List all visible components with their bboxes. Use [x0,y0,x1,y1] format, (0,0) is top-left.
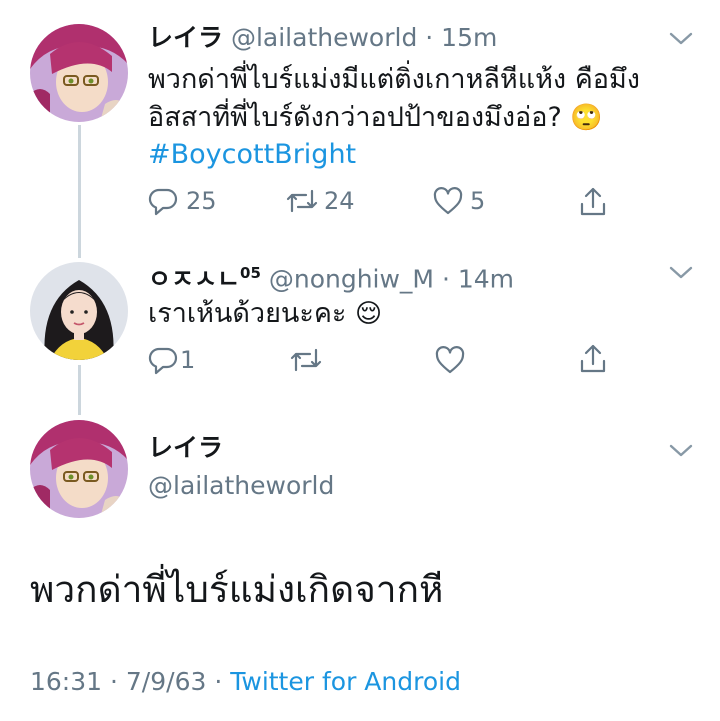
share-icon [580,187,606,216]
hashtag-link[interactable]: #BoycottBright [148,139,356,170]
like-button[interactable]: 5 [432,186,485,216]
retweet-button[interactable]: 24 [284,186,355,216]
eye-roll-emoji: 🙄 [570,103,603,133]
reply-button[interactable]: 1 [148,345,195,375]
like-icon [433,187,463,215]
like-button[interactable] [434,345,466,375]
share-button[interactable] [578,343,608,375]
reply-icon [148,347,178,375]
thread-line [78,125,81,258]
handle[interactable]: @lailatheworld [231,23,417,52]
separator: · [110,667,118,696]
chevron-down-icon[interactable] [668,30,694,48]
chevron-down-icon[interactable] [668,442,694,460]
chevron-down-icon[interactable] [668,264,694,282]
retweet-button[interactable] [288,345,324,375]
date[interactable]: 7/9/63 [126,667,206,696]
separator: · [214,667,223,696]
tweet-text: เราเห้นด้วยนะคะ [148,298,347,329]
avatar[interactable] [30,420,128,518]
timestamp[interactable]: 16:31 [30,667,102,696]
separator: · [441,264,450,294]
timestamp[interactable]: 15m [441,23,497,52]
timestamp[interactable]: 14m [458,264,514,293]
share-button[interactable] [578,186,608,218]
avatar[interactable] [30,262,128,360]
handle[interactable]: @lailatheworld [148,471,334,500]
tweet-text: อิสสาที่พี่ไบร์ดังกว่าอปป้าของมึงอ่อ? [148,102,562,133]
source-link[interactable]: Twitter for Android [230,667,461,696]
display-name[interactable]: レイラ [148,23,223,52]
like-count: 5 [470,187,486,215]
display-name[interactable]: ㅇㅈㅅㄴ [148,264,240,293]
display-name[interactable]: レイラ [148,433,223,462]
thread-line [78,365,81,415]
retweet-count: 24 [324,187,355,215]
tweet-text: พวกด่าพี่ไบร์แม่งมีแต่ติ่งเกาหลีหีแห้ง ค… [148,64,640,95]
like-icon [435,346,465,374]
retweet-icon [286,189,318,213]
handle[interactable]: @nonghiw_M [269,264,434,293]
reply-icon [148,188,178,216]
retweet-icon [290,348,322,372]
relieved-emoji: 😌 [355,299,383,329]
reply-count: 25 [186,187,217,215]
reply-button[interactable]: 25 [148,186,217,216]
reply-count: 1 [180,346,196,374]
display-name-superscript: 05 [240,264,261,282]
avatar[interactable] [30,24,128,122]
tweet-text: พวกด่าพี่ไบร์แม่งเกิดจากหี [30,568,444,611]
share-icon [580,344,606,373]
separator: · [425,23,434,52]
